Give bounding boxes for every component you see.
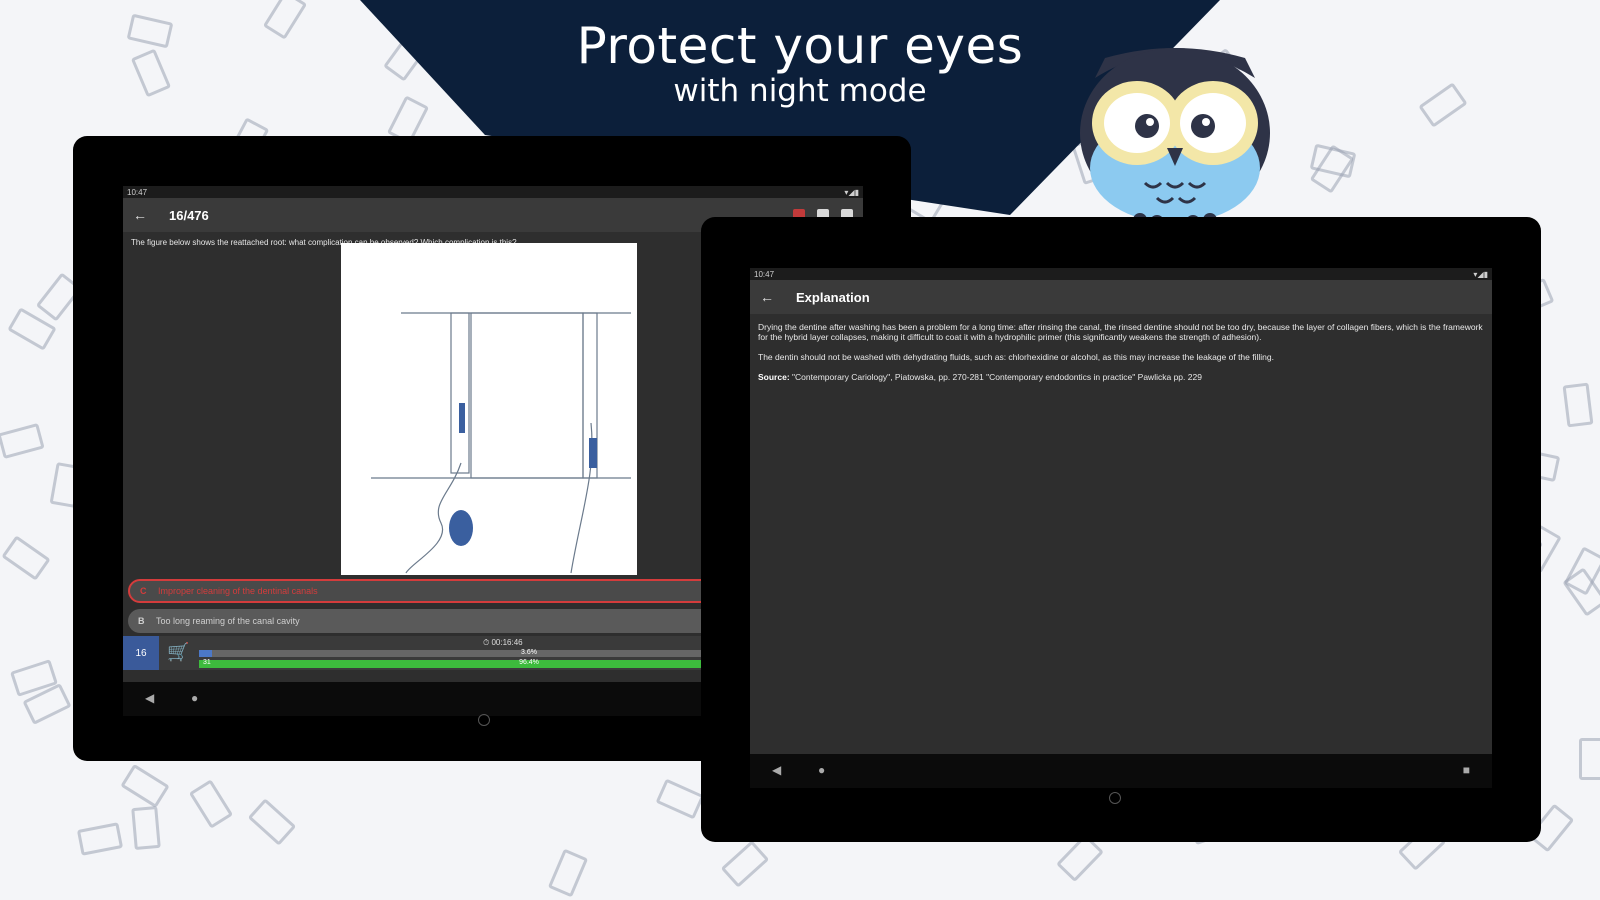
headline-subtitle: with night mode (673, 73, 927, 109)
nav-home-icon[interactable]: ● (191, 691, 198, 705)
explanation-paragraph: Drying the dentine after washing has bee… (758, 322, 1483, 342)
explanation-title: Explanation (796, 289, 870, 305)
question-figure[interactable] (341, 243, 637, 575)
nav-recents-icon[interactable]: ■ (1463, 763, 1470, 777)
background-pattern-shape (131, 805, 161, 851)
background-pattern-shape (1579, 738, 1600, 780)
nav-back-icon[interactable]: ◀ (772, 763, 781, 777)
background-pattern-shape (188, 779, 234, 829)
question-list-button[interactable]: 16 (123, 636, 159, 670)
back-arrow-icon[interactable]: ← (133, 207, 157, 223)
cart-icon[interactable]: 🛒 (167, 642, 189, 663)
source-text: "Contemporary Cariology", Piatowska, pp.… (792, 372, 1202, 382)
explanation-body: Drying the dentine after washing has bee… (750, 314, 1492, 400)
explanation-screen: 10:47 ▾◢▮ ← Explanation Drying the denti… (750, 268, 1492, 788)
android-nav-bar: ◀ ● ■ (750, 754, 1492, 788)
background-pattern-shape (547, 848, 589, 898)
background-pattern-shape (247, 798, 297, 846)
headline: Protect your eyes with night mode (560, 18, 1040, 108)
background-pattern-shape (1562, 382, 1594, 428)
timer: ⏱ 00:16:46 (483, 638, 523, 647)
explanation-appbar: ← Explanation (750, 280, 1492, 314)
explanation-source: Source: "Contemporary Cariology", Piatow… (758, 372, 1484, 382)
status-time: 10:47 (127, 187, 148, 197)
answer-letter: C (140, 586, 147, 596)
background-pattern-shape (0, 423, 45, 459)
background-pattern-shape (720, 840, 770, 888)
background-pattern-shape (76, 822, 124, 856)
right-tablet: 10:47 ▾◢▮ ← Explanation Drying the denti… (701, 217, 1541, 842)
status-bar: 10:47 ▾◢▮ (750, 268, 1492, 280)
background-pattern-shape (1, 535, 51, 581)
status-icons: ▾◢▮ (844, 187, 859, 197)
nav-home-icon[interactable]: ● (818, 763, 825, 777)
status-bar: 10:47 ▾◢▮ (123, 186, 863, 198)
status-icons: ▾◢▮ (1473, 269, 1488, 279)
answer-text: Too long reaming of the canal cavity (156, 616, 300, 626)
back-arrow-icon[interactable]: ← (760, 289, 784, 305)
source-label: Source: (758, 372, 790, 382)
background-pattern-shape (120, 763, 170, 809)
home-hardware-button[interactable] (1109, 792, 1121, 804)
timer-value: 00:16:46 (491, 638, 523, 647)
explanation-paragraph: The dentin should not be washed with deh… (758, 352, 1274, 362)
question-counter: 16/476 (169, 207, 209, 223)
owl-mascot (1080, 48, 1270, 228)
background-pattern-shape (655, 778, 705, 820)
tooth-root-diagram (371, 312, 631, 574)
nav-back-icon[interactable]: ◀ (145, 691, 154, 705)
status-time: 10:47 (754, 269, 775, 279)
answer-text: Improper cleaning of the dentinal canals (158, 586, 318, 596)
home-hardware-button[interactable] (478, 714, 490, 726)
headline-title: Protect your eyes (576, 17, 1024, 75)
progress-count: 31 (203, 659, 211, 666)
answer-letter: B (138, 616, 145, 626)
